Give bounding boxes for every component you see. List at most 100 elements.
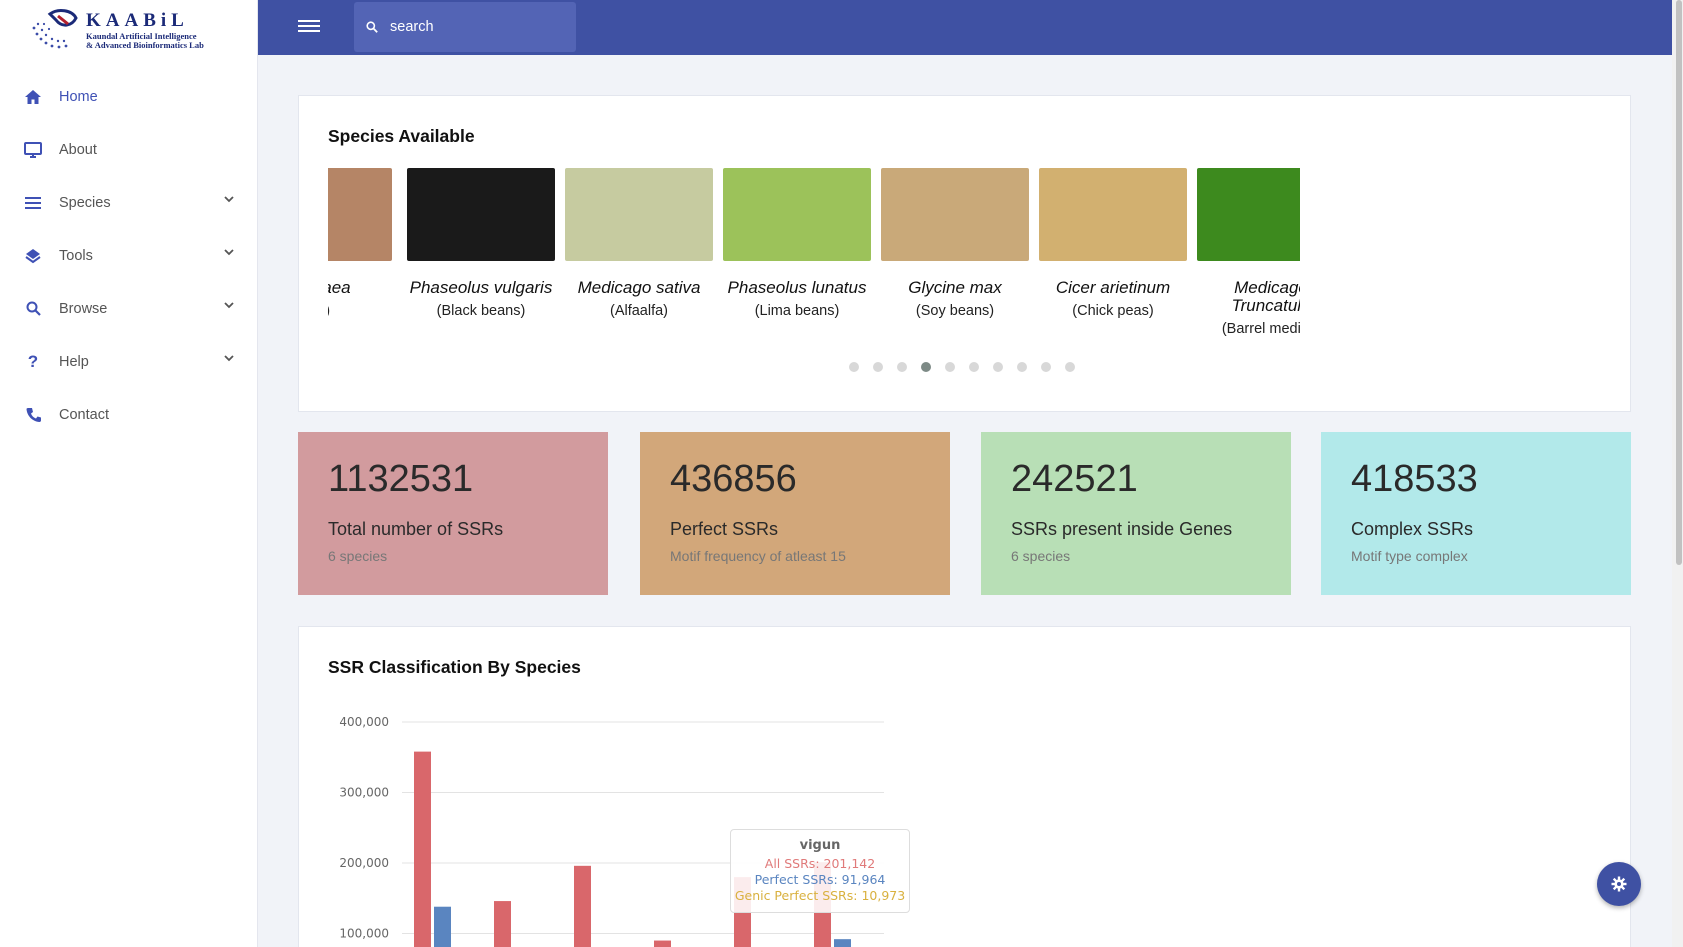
species-slide[interactable]: Medicago Truncatula (Barrel medick) bbox=[1197, 168, 1300, 337]
y-tick-label: 300,000 bbox=[339, 786, 389, 800]
monitor-icon bbox=[24, 141, 42, 159]
species-image[interactable] bbox=[1039, 168, 1187, 261]
bar[interactable] bbox=[494, 901, 511, 947]
sidebar-item-browse[interactable]: Browse bbox=[0, 282, 258, 335]
bar[interactable] bbox=[654, 940, 671, 947]
tooltip-line-all-ssrs: All SSRs: 201,142 bbox=[764, 856, 876, 871]
species-card: Species Available ypogaea uts) Phaseolus v… bbox=[298, 95, 1631, 412]
brand-subtitle: Kaundal Artificial Intelligence & Advanc… bbox=[86, 32, 246, 50]
bar[interactable] bbox=[434, 906, 451, 947]
stat-label: SSRs present inside Genes bbox=[1011, 519, 1233, 539]
carousel-dot[interactable] bbox=[1041, 362, 1051, 372]
section-title: Species Available bbox=[328, 126, 475, 146]
sidebar-item-species[interactable]: Species bbox=[0, 176, 258, 229]
species-common-name: (Lima beans) bbox=[754, 303, 840, 319]
phone-icon bbox=[24, 406, 42, 424]
tooltip-line-perfect-ssrs: Perfect SSRs: 91,964 bbox=[754, 872, 886, 887]
brand-name: KAABiL bbox=[86, 10, 189, 31]
species-scientific-name: ypogaea bbox=[328, 278, 351, 297]
search-icon bbox=[24, 300, 42, 318]
search-icon bbox=[366, 21, 378, 33]
settings-button[interactable] bbox=[1597, 862, 1641, 906]
sidebar-item-contact[interactable]: Contact bbox=[0, 388, 258, 441]
species-scientific-name: Medicago Truncatula bbox=[1231, 278, 1300, 315]
bar[interactable] bbox=[414, 751, 431, 947]
carousel-dot[interactable] bbox=[921, 362, 931, 372]
carousel-dot[interactable] bbox=[969, 362, 979, 372]
stat-subtext: 6 species bbox=[1011, 548, 1071, 564]
bar[interactable] bbox=[574, 865, 591, 947]
stat-subtext: 6 species bbox=[328, 548, 388, 564]
list-icon bbox=[24, 194, 42, 212]
tooltip-line-genic-perfect-ssrs: Genic Perfect SSRs: 10,973 bbox=[734, 888, 906, 903]
stat-card-genic-ssrs: 242521 SSRs present inside Genes 6 speci… bbox=[981, 432, 1291, 595]
sidebar-item-tools[interactable]: Tools bbox=[0, 229, 258, 282]
species-scientific-name: Phaseolus vulgaris bbox=[409, 278, 553, 297]
carousel-dot[interactable] bbox=[1017, 362, 1027, 372]
bar[interactable] bbox=[834, 939, 851, 947]
carousel-dot[interactable] bbox=[993, 362, 1003, 372]
chevron-down-icon[interactable] bbox=[224, 302, 234, 309]
stat-number: 1132531 bbox=[328, 458, 474, 500]
stat-subtext: Motif type complex bbox=[1351, 548, 1468, 564]
search-box[interactable] bbox=[354, 2, 576, 52]
species-image[interactable] bbox=[881, 168, 1029, 261]
species-scientific-name: Glycine max bbox=[908, 278, 1002, 297]
chevron-down-icon[interactable] bbox=[224, 355, 234, 362]
brand-logo[interactable]: KAABiL Kaundal Artificial Intelligence &… bbox=[28, 6, 238, 50]
stat-card-total-ssrs: 1132531 Total number of SSRs 6 species bbox=[298, 432, 608, 595]
gear-icon bbox=[1611, 876, 1627, 892]
chart-card: SSR Classification By Species 400,000 300… bbox=[298, 626, 1631, 947]
species-image[interactable] bbox=[565, 168, 713, 261]
y-tick-label: 400,000 bbox=[339, 715, 389, 729]
sidebar-item-label: Help bbox=[59, 353, 89, 370]
sidebar-item-home[interactable]: Home bbox=[0, 70, 258, 123]
species-scientific-name: Medicago sativa bbox=[577, 278, 701, 297]
hamburger-menu-icon[interactable] bbox=[298, 17, 320, 37]
stat-label: Total number of SSRs bbox=[328, 519, 504, 539]
carousel-dot[interactable] bbox=[945, 362, 955, 372]
chevron-down-icon[interactable] bbox=[224, 196, 234, 203]
species-slide[interactable]: Glycine max (Soy beans) bbox=[881, 168, 1029, 319]
chart-title: SSR Classification By Species bbox=[328, 657, 581, 677]
y-tick-label: 100,000 bbox=[339, 927, 389, 941]
y-tick-label: 200,000 bbox=[339, 856, 389, 870]
sidebar-item-label: About bbox=[59, 141, 97, 158]
species-image[interactable] bbox=[723, 168, 871, 261]
species-image[interactable] bbox=[328, 168, 392, 261]
species-slide[interactable]: Phaseolus lunatus (Lima beans) bbox=[723, 168, 871, 319]
carousel-dot[interactable] bbox=[873, 362, 883, 372]
species-slide[interactable]: Medicago sativa (Alfaalfa) bbox=[565, 168, 713, 319]
species-slide[interactable]: ypogaea uts) bbox=[328, 168, 392, 319]
species-slide[interactable]: Phaseolus vulgaris (Black beans) bbox=[407, 168, 555, 319]
brand-subtitle-line2: & Advanced Bioinformatics Lab bbox=[86, 40, 204, 50]
logo-icon bbox=[32, 9, 78, 49]
question-icon: ? bbox=[27, 351, 39, 371]
species-common-name: (Alfaalfa) bbox=[609, 303, 669, 319]
chart-tooltip: vigun All SSRs: 201,142 Perfect SSRs: 91… bbox=[730, 829, 910, 913]
species-image[interactable] bbox=[1197, 168, 1300, 261]
layers-icon bbox=[24, 247, 42, 265]
chevron-down-icon[interactable] bbox=[224, 249, 234, 256]
species-image[interactable] bbox=[407, 168, 555, 261]
scrollbar-thumb[interactable] bbox=[1676, 0, 1682, 565]
sidebar-item-about[interactable]: About bbox=[0, 123, 258, 176]
sidebar-item-label: Home bbox=[59, 88, 98, 105]
species-slide[interactable]: Cicer arietinum (Chick peas) bbox=[1039, 168, 1187, 319]
stat-card-complex-ssrs: 418533 Complex SSRs Motif type complex bbox=[1321, 432, 1631, 595]
species-common-name: (Chick peas) bbox=[1072, 303, 1154, 319]
carousel-dots bbox=[849, 362, 1089, 372]
stat-number: 436856 bbox=[670, 458, 797, 500]
species-carousel[interactable]: ypogaea uts) Phaseolus vulgaris (Black bean… bbox=[328, 168, 1300, 348]
species-common-name: (Barrel medick) bbox=[1221, 321, 1300, 337]
carousel-dot[interactable] bbox=[849, 362, 859, 372]
stat-number: 418533 bbox=[1351, 458, 1478, 500]
tooltip-title: vigun bbox=[799, 838, 841, 853]
sidebar-item-help[interactable]: ? Help bbox=[0, 335, 258, 388]
search-input[interactable] bbox=[390, 16, 565, 38]
sidebar-item-label: Tools bbox=[59, 247, 93, 264]
carousel-dot[interactable] bbox=[897, 362, 907, 372]
carousel-dot[interactable] bbox=[1065, 362, 1075, 372]
stat-card-perfect-ssrs: 436856 Perfect SSRs Motif frequency of a… bbox=[640, 432, 950, 595]
species-scientific-name: Phaseolus lunatus bbox=[727, 278, 867, 297]
